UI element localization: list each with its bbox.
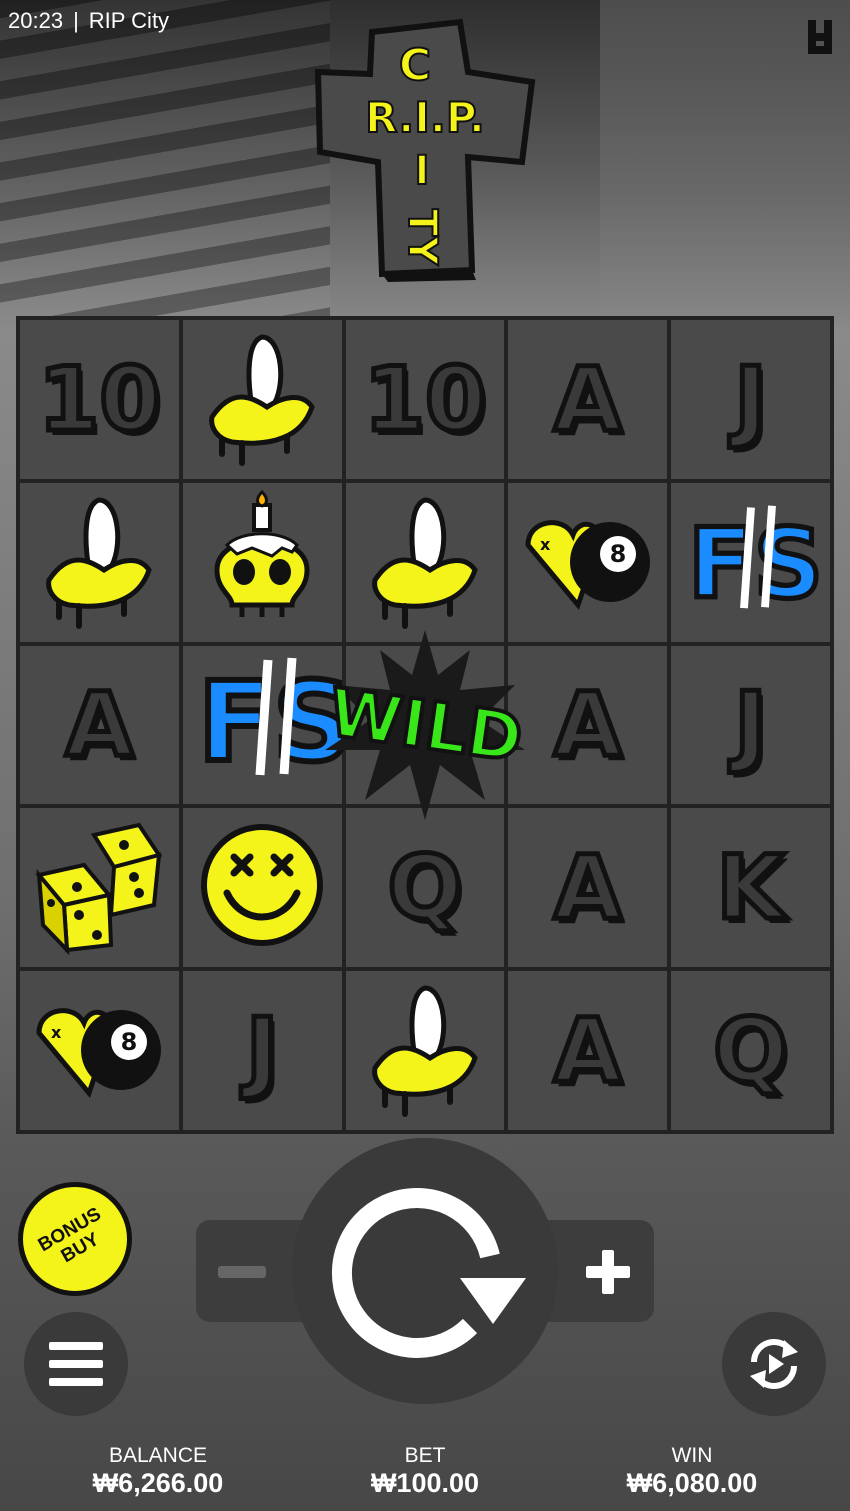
autoplay-button[interactable] — [722, 1312, 826, 1416]
svg-text:8: 8 — [121, 1028, 138, 1056]
spin-button[interactable] — [292, 1138, 558, 1404]
background-stairs — [0, 0, 330, 320]
status-bar: 20:23 | RIP City — [8, 8, 170, 33]
hamburger-icon — [49, 1342, 103, 1386]
logo-letter-c: C — [399, 40, 431, 91]
reel-cell: 10 — [345, 320, 505, 479]
reel-grid: 10 10 A Jx 8 FS A A J Q A Kx 8 J A Q — [16, 316, 834, 1134]
balance-display: BALANCE ₩6,266.00 — [38, 1444, 278, 1499]
banana-symbol-icon — [192, 327, 332, 472]
reel-cell — [20, 482, 179, 642]
reel-cell: Q — [345, 808, 505, 968]
reel-cell: J — [671, 320, 830, 479]
bet-label: BET — [404, 1444, 446, 1467]
app-title: RIP City — [88, 8, 170, 33]
card-symbol-a: A — [551, 997, 624, 1105]
dice-symbol-icon — [29, 815, 169, 960]
reel-cell: Q — [671, 971, 830, 1130]
svg-text:8: 8 — [609, 540, 626, 568]
reel-cell: J — [671, 645, 830, 805]
logo-rip: R.I.P. — [365, 93, 485, 142]
free-spins-scatter-icon: FS — [681, 490, 825, 635]
reel-cell: A — [508, 808, 668, 968]
reel-cell: A — [20, 645, 179, 805]
reel-cell: FS — [671, 482, 830, 642]
reel-cell: K — [671, 808, 830, 968]
card-symbol-a: A — [551, 834, 624, 942]
card-symbol-q: Q — [385, 834, 465, 942]
card-symbol-10: 10 — [36, 345, 163, 453]
win-value: ₩6,080.00 — [626, 1468, 758, 1498]
smiley-symbol-icon — [192, 815, 332, 960]
card-symbol-a: A — [551, 345, 624, 453]
heart-8ball-symbol-icon: x8 — [29, 978, 169, 1123]
game-logo: C R.I.P. I TY — [314, 18, 536, 282]
card-symbol-a: A — [551, 671, 624, 779]
heart-8ball-symbol-icon: x8 — [518, 490, 658, 635]
hacksaw-logo-icon — [808, 20, 832, 54]
decrease-bet-button[interactable] — [210, 1232, 274, 1312]
svg-text:x: x — [51, 1023, 62, 1042]
win-display: WIN ₩6,080.00 — [572, 1444, 812, 1499]
increase-bet-button[interactable] — [576, 1232, 640, 1312]
win-label: WIN — [671, 1444, 713, 1467]
clock: 20:23 — [8, 8, 64, 33]
bet-display: BET ₩100.00 — [305, 1444, 545, 1499]
balance-label: BALANCE — [108, 1444, 208, 1467]
reel-cell: x8 — [20, 971, 179, 1130]
svg-text:FS: FS — [688, 507, 821, 619]
reel-cell: A — [508, 645, 668, 805]
reel-cell: x8 — [508, 482, 668, 642]
reel-cell — [20, 808, 179, 968]
banana-symbol-icon — [355, 490, 495, 635]
plus-icon — [586, 1250, 630, 1294]
reel-cell — [345, 971, 505, 1130]
menu-button[interactable] — [24, 1312, 128, 1416]
balance-value: ₩6,266.00 — [92, 1468, 224, 1498]
card-symbol-j: J — [732, 345, 770, 453]
banana-symbol-icon — [29, 490, 169, 635]
reel-cell: J — [182, 971, 342, 1130]
reel-cell — [345, 645, 505, 805]
minus-icon — [218, 1266, 266, 1278]
reel-cell: A — [508, 320, 668, 479]
card-symbol-j: J — [243, 997, 281, 1105]
skull-candle-symbol-icon — [192, 489, 332, 635]
svg-text:x: x — [540, 535, 551, 554]
bonus-buy-label: BONUS BUY — [34, 1203, 105, 1268]
logo-ty: TY — [399, 209, 445, 266]
card-symbol-q: Q — [711, 997, 791, 1105]
reel-cell: 10 — [20, 320, 179, 479]
reel-cell — [182, 482, 342, 642]
card-symbol-k: K — [714, 834, 787, 942]
spin-arrow-icon — [332, 1187, 526, 1358]
reel-cell — [182, 320, 342, 479]
reel-cell — [182, 645, 342, 805]
reel-cell: A — [508, 971, 668, 1130]
logo-letter-i: I — [415, 148, 430, 194]
autoplay-icon — [750, 1339, 798, 1389]
reel-cell — [345, 482, 505, 642]
bonus-buy-button[interactable]: BONUS BUY — [18, 1182, 132, 1296]
reel-cell — [182, 808, 342, 968]
card-symbol-j: J — [732, 671, 770, 779]
bet-value: ₩100.00 — [370, 1468, 480, 1498]
card-symbol-a: A — [63, 671, 136, 779]
card-symbol-10: 10 — [361, 345, 488, 453]
banana-symbol-icon — [355, 978, 495, 1123]
